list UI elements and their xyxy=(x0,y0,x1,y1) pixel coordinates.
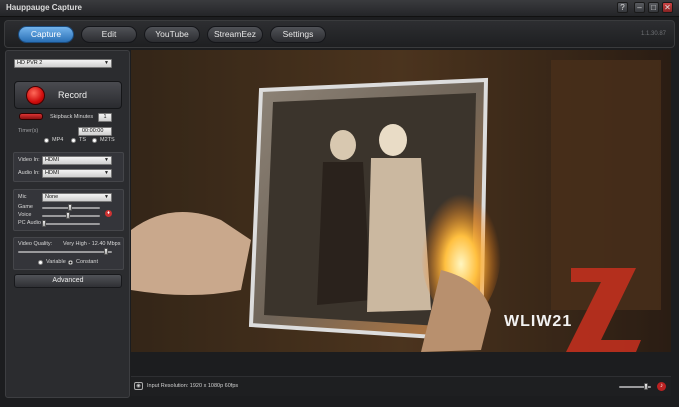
audio-in-label: Audio In: xyxy=(18,170,40,176)
format-ts-label: TS xyxy=(79,137,87,143)
timer-value: 00:00:00 xyxy=(82,128,104,134)
title-bar: Hauppauge Capture ? – □ ✕ xyxy=(0,0,679,17)
mic-value: None xyxy=(45,194,59,200)
tab-capture[interactable]: Capture xyxy=(18,26,74,43)
mic-select[interactable]: None ▼ xyxy=(42,193,112,202)
game-volume-thumb[interactable] xyxy=(67,204,72,211)
preview-image: WLIW21 xyxy=(131,50,671,352)
record-label: Record xyxy=(58,90,88,100)
tab-edit[interactable]: Edit xyxy=(81,26,137,43)
video-in-select[interactable]: HDMI ▼ xyxy=(42,156,112,165)
format-mp4-radio[interactable] xyxy=(44,138,49,143)
minimize-button[interactable]: – xyxy=(634,2,645,13)
bitrate-variable-label: Variable xyxy=(46,259,66,265)
mic-label: Mic xyxy=(18,194,27,200)
advanced-button[interactable]: Advanced xyxy=(14,274,122,288)
maximize-button[interactable]: □ xyxy=(648,2,659,13)
skipback-value: 1 xyxy=(103,114,107,120)
help-button[interactable]: ? xyxy=(617,2,628,13)
video-quality-slider[interactable] xyxy=(18,251,112,253)
bitrate-constant-radio[interactable] xyxy=(68,260,73,265)
format-m2ts-radio[interactable] xyxy=(92,138,97,143)
pc-audio-label: PC Audio xyxy=(18,220,41,226)
tab-streameez[interactable]: StreamEez xyxy=(207,26,263,43)
tab-youtube[interactable]: YouTube xyxy=(144,26,200,43)
timer-label: Timer(s) xyxy=(18,128,39,134)
camera-icon[interactable]: ◉ xyxy=(134,382,143,390)
video-in-label: Video In: xyxy=(18,157,40,163)
chevron-down-icon: ▼ xyxy=(104,170,109,176)
format-mp4-label: MP4 xyxy=(52,137,64,143)
video-quality-thumb[interactable] xyxy=(103,248,108,255)
window-title: Hauppauge Capture xyxy=(6,3,83,12)
capture-panel: HD PVR 2 ▼ Record Skipback Minutes 1 Tim… xyxy=(5,50,130,398)
skipback-button[interactable] xyxy=(19,113,43,120)
bitrate-constant-label: Constant xyxy=(76,259,99,265)
microphone-icon[interactable]: ♦ xyxy=(105,210,112,217)
record-button[interactable]: Record xyxy=(14,81,122,109)
voice-label: Voice xyxy=(18,212,32,218)
chevron-down-icon: ▼ xyxy=(104,157,109,163)
tab-settings[interactable]: Settings xyxy=(270,26,326,43)
device-value: HD PVR 2 xyxy=(17,60,43,66)
skipback-label: Skipback Minutes xyxy=(50,114,94,120)
game-label: Game xyxy=(18,204,33,210)
voice-volume-thumb[interactable] xyxy=(66,212,71,219)
timer-field[interactable]: 00:00:00 xyxy=(78,127,112,136)
tab-bar: Capture Edit YouTube StreamEez Settings … xyxy=(4,20,675,48)
format-ts-radio[interactable] xyxy=(71,138,76,143)
volume-thumb[interactable] xyxy=(643,383,648,390)
input-resolution: Input Resolution: 1920 x 1080p 60fps xyxy=(147,383,239,389)
format-m2ts-label: M2TS xyxy=(100,137,115,143)
voice-volume-slider[interactable] xyxy=(42,215,100,217)
video-quality-value: Very High - 12.40 Mbps xyxy=(63,241,121,247)
pc-audio-volume-slider[interactable] xyxy=(42,223,100,225)
device-select[interactable]: HD PVR 2 ▼ xyxy=(14,59,112,68)
video-quality-label: Video Quality: xyxy=(18,241,53,247)
chevron-down-icon: ▼ xyxy=(104,194,109,200)
chevron-down-icon: ▼ xyxy=(104,60,109,66)
skipback-stepper[interactable]: 1 xyxy=(98,113,112,122)
record-icon xyxy=(26,86,45,105)
video-in-value: HDMI xyxy=(45,157,60,163)
video-preview: WLIW21 xyxy=(131,50,671,352)
audio-in-select[interactable]: HDMI ▼ xyxy=(42,169,112,178)
audio-in-value: HDMI xyxy=(45,170,60,176)
status-bar: ◉ Input Resolution: 1920 x 1080p 60fps ♪ xyxy=(131,376,671,396)
channel-watermark: WLIW21 xyxy=(504,313,572,330)
close-button[interactable]: ✕ xyxy=(662,2,673,13)
version-label: 1.1.30.87 xyxy=(640,31,666,37)
speaker-icon[interactable]: ♪ xyxy=(657,382,666,391)
pc-audio-volume-thumb[interactable] xyxy=(42,220,46,227)
bitrate-variable-radio[interactable] xyxy=(38,260,43,265)
